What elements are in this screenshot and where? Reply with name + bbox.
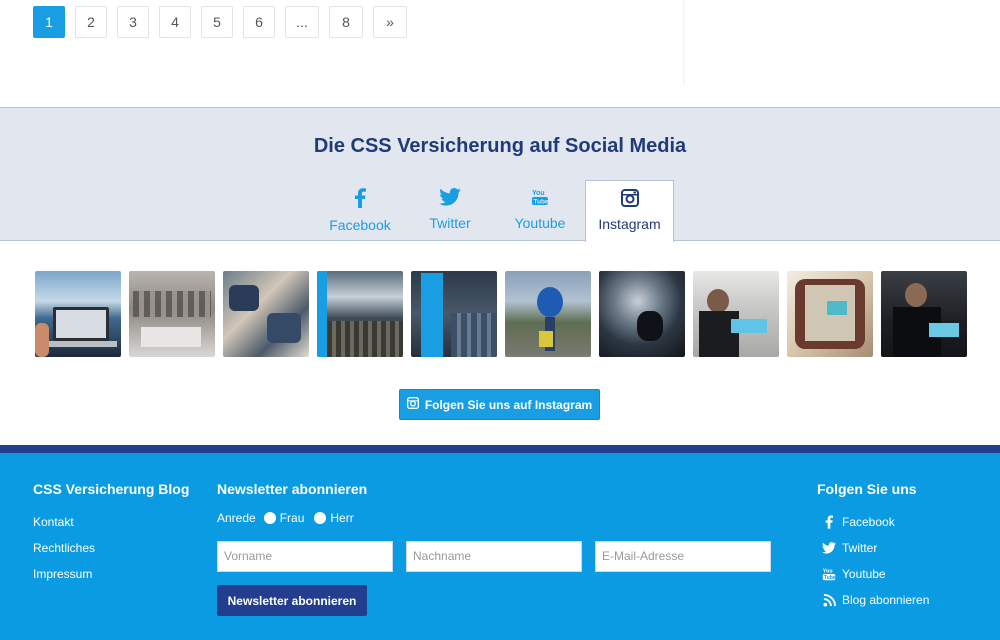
instagram-icon <box>620 189 639 210</box>
instagram-photo[interactable] <box>411 271 497 357</box>
footer-blog-heading: CSS Versicherung Blog <box>33 481 190 497</box>
page-4-button[interactable]: 4 <box>159 6 191 38</box>
tab-youtube-label: Youtube <box>514 215 566 231</box>
next-page-button[interactable]: » <box>373 6 407 38</box>
follow-youtube-label: Youtube <box>842 567 886 581</box>
page-3-button[interactable]: 3 <box>117 6 149 38</box>
instagram-photo[interactable] <box>787 271 873 357</box>
newsletter-submit-button[interactable]: Newsletter abonnieren <box>217 585 367 616</box>
radio-herr-label: Herr <box>330 511 354 525</box>
radio-frau-label: Frau <box>279 511 305 525</box>
facebook-icon <box>354 188 366 211</box>
instagram-photo[interactable] <box>223 271 309 357</box>
follow-blog-label: Blog abonnieren <box>842 593 930 607</box>
instagram-photo[interactable] <box>317 271 403 357</box>
facebook-icon <box>822 515 836 529</box>
tab-instagram[interactable]: Instagram <box>585 180 674 242</box>
tab-twitter-label: Twitter <box>429 215 471 231</box>
tab-facebook-label: Facebook <box>329 217 391 233</box>
instagram-photo[interactable] <box>129 271 215 357</box>
social-tabs: Facebook Twitter You Tube Youtube Instag… <box>315 180 674 242</box>
twitter-icon <box>439 188 461 209</box>
nachname-field[interactable]: Nachname <box>406 541 582 572</box>
page-2-button[interactable]: 2 <box>75 6 107 38</box>
page-1-button[interactable]: 1 <box>33 6 65 38</box>
instagram-photo[interactable] <box>881 271 967 357</box>
radio-frau[interactable] <box>263 512 276 524</box>
youtube-icon: You Tube <box>822 567 836 581</box>
instagram-photo[interactable] <box>599 271 685 357</box>
svg-text:Tube: Tube <box>534 199 549 206</box>
instagram-photo-grid <box>35 271 975 357</box>
footer: CSS Versicherung Blog Kontakt Rechtliche… <box>0 453 1000 640</box>
instagram-photo[interactable] <box>35 271 121 357</box>
follow-facebook-link[interactable]: Facebook <box>822 515 895 529</box>
footer-link-kontakt[interactable]: Kontakt <box>33 515 74 529</box>
email-field[interactable]: E-Mail-Adresse <box>595 541 771 572</box>
youtube-icon: You Tube <box>531 188 549 209</box>
footer-link-rechtliches[interactable]: Rechtliches <box>33 541 95 555</box>
instagram-photo[interactable] <box>505 271 591 357</box>
anrede-group: Anrede Frau Herr <box>217 511 354 525</box>
footer-stripe <box>0 445 1000 453</box>
follow-blog-link[interactable]: Blog abonnieren <box>822 593 929 607</box>
social-media-section: Die CSS Versicherung auf Social Media Fa… <box>0 107 1000 242</box>
page-5-button[interactable]: 5 <box>201 6 233 38</box>
svg-text:You: You <box>823 568 833 574</box>
anrede-label: Anrede <box>217 511 256 525</box>
tab-instagram-label: Instagram <box>598 216 661 232</box>
follow-twitter-link[interactable]: Twitter <box>822 541 877 555</box>
instagram-photo[interactable] <box>693 271 779 357</box>
follow-instagram-button[interactable]: Folgen Sie uns auf Instagram <box>399 389 600 420</box>
newsletter-heading: Newsletter abonnieren <box>217 481 368 497</box>
page-8-button[interactable]: 8 <box>329 6 363 38</box>
follow-us-heading: Folgen Sie uns <box>817 481 917 497</box>
instagram-icon <box>406 397 419 412</box>
follow-twitter-label: Twitter <box>842 541 878 555</box>
svg-text:You: You <box>532 190 545 197</box>
page-ellipsis: ... <box>285 6 319 38</box>
tab-youtube[interactable]: You Tube Youtube <box>495 180 585 241</box>
tab-twitter[interactable]: Twitter <box>405 180 495 241</box>
follow-facebook-label: Facebook <box>842 515 895 529</box>
rss-icon <box>822 593 836 607</box>
radio-herr[interactable] <box>314 512 327 524</box>
twitter-icon <box>822 541 836 555</box>
follow-youtube-link[interactable]: You Tube Youtube <box>822 567 886 581</box>
vorname-field[interactable]: Vorname <box>217 541 393 572</box>
content-divider <box>683 0 685 86</box>
footer-link-impressum[interactable]: Impressum <box>33 567 92 581</box>
pagination: 1 2 3 4 5 6 ... 8 » <box>33 6 417 38</box>
follow-instagram-label: Folgen Sie uns auf Instagram <box>424 397 593 412</box>
tab-facebook[interactable]: Facebook <box>315 180 405 241</box>
social-media-title: Die CSS Versicherung auf Social Media <box>313 135 687 157</box>
page-6-button[interactable]: 6 <box>243 6 275 38</box>
svg-text:Tube: Tube <box>824 575 836 581</box>
